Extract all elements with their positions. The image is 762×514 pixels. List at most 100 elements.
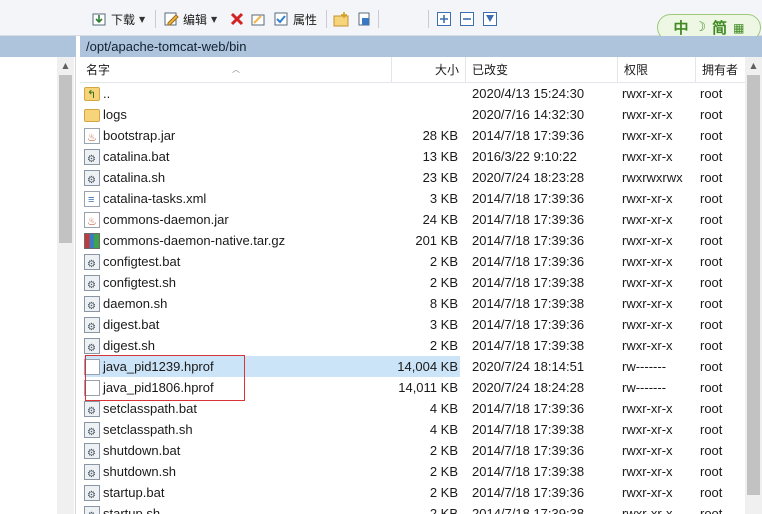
left-scrollbar[interactable]: ▲ xyxy=(57,57,74,514)
file-row[interactable]: .. 2020/4/13 15:24:30 rwxr-xr-x root xyxy=(80,83,762,104)
script-icon xyxy=(84,484,100,503)
file-name-cell[interactable]: .. xyxy=(84,83,390,104)
file-name: java_pid1806.hprof xyxy=(103,380,214,395)
file-row[interactable]: startup.sh 2 KB 2014/7/18 17:39:38 rwxr-xr-… xyxy=(80,503,762,514)
file-name-cell[interactable]: startup.sh xyxy=(84,503,390,514)
file-name-cell[interactable]: bootstrap.jar xyxy=(84,125,390,146)
file-size: 24 KB xyxy=(422,212,458,227)
column-name[interactable]: 名字 ︿ xyxy=(80,57,392,83)
file-permissions: rwxr-xr-x xyxy=(622,128,673,143)
file-size: 4 KB xyxy=(429,422,458,437)
chevron-down-icon[interactable]: ▼ xyxy=(211,15,217,24)
file-name: configtest.sh xyxy=(103,275,176,290)
file-name-cell[interactable]: configtest.sh xyxy=(84,272,390,293)
file-permissions: rwxrwxrwx xyxy=(622,170,683,185)
file-name-cell[interactable]: digest.bat xyxy=(84,314,390,335)
remote-path-bar[interactable]: /opt/apache-tomcat-web/bin xyxy=(80,36,762,57)
file-owner: root xyxy=(700,317,723,332)
script-icon xyxy=(84,274,100,293)
file-owner: root xyxy=(700,275,723,290)
file-row[interactable]: setclasspath.bat 4 KB 2014/7/18 17:39:36 rw… xyxy=(80,398,762,419)
file-row[interactable]: bootstrap.jar 28 KB 2014/7/18 17:39:36 rwxr… xyxy=(80,125,762,146)
file-row[interactable]: startup.bat 2 KB 2014/7/18 17:39:36 rwxr-xr… xyxy=(80,482,762,503)
file-permissions: rwxr-xr-x xyxy=(622,338,673,353)
expand-button[interactable] xyxy=(433,8,455,30)
chevron-down-icon[interactable]: ▼ xyxy=(139,15,145,24)
file-name-cell[interactable]: logs xyxy=(84,104,390,125)
file-name-cell[interactable]: setclasspath.bat xyxy=(84,398,390,419)
scroll-up-icon[interactable]: ▲ xyxy=(57,57,74,73)
filter-button[interactable] xyxy=(479,8,501,30)
script-icon xyxy=(84,421,100,440)
file-owner: root xyxy=(700,149,723,164)
properties-button[interactable]: 属性 xyxy=(270,8,320,30)
file-name-cell[interactable]: catalina-tasks.xml xyxy=(84,188,390,209)
file-row[interactable]: commons-daemon-native.tar.gz 201 KB 2014/7… xyxy=(80,230,762,251)
download-label: 下载 xyxy=(111,12,136,27)
file-size: 201 KB xyxy=(415,233,458,248)
scrollbar-thumb[interactable] xyxy=(59,75,72,243)
file-owner: root xyxy=(700,443,723,458)
file-row[interactable]: daemon.sh 8 KB 2014/7/18 17:39:38 rwxr-xr-x… xyxy=(80,293,762,314)
file-row[interactable]: java_pid1239.hprof 14,004 KB 2020/7/24 18:… xyxy=(80,356,762,377)
file-row[interactable]: catalina-tasks.xml 3 KB 2014/7/18 17:39:36… xyxy=(80,188,762,209)
edit-button[interactable]: 编辑 ▼ xyxy=(160,8,220,30)
file-row[interactable]: configtest.sh 2 KB 2014/7/18 17:39:38 rwxr-… xyxy=(80,272,762,293)
ime-mode: 简 xyxy=(712,19,728,37)
column-size[interactable]: 大小 xyxy=(392,57,466,83)
file-row[interactable]: catalina.sh 23 KB 2020/7/24 18:23:28 rwxrwx… xyxy=(80,167,762,188)
file-name-cell[interactable]: catalina.bat xyxy=(84,146,390,167)
column-permissions[interactable]: 权限 xyxy=(618,57,696,83)
file-permissions: rwxr-xr-x xyxy=(622,254,673,269)
file-name-cell[interactable]: configtest.bat xyxy=(84,251,390,272)
download-button[interactable]: 下载 ▼ xyxy=(88,8,148,30)
collapse-button[interactable] xyxy=(456,8,478,30)
rename-button[interactable] xyxy=(247,8,269,30)
scrollbar-thumb[interactable] xyxy=(747,75,760,495)
left-path-bar[interactable] xyxy=(0,36,76,57)
file-name-cell[interactable]: shutdown.sh xyxy=(84,461,390,482)
file-row[interactable]: configtest.bat 2 KB 2014/7/18 17:39:36 rwxr… xyxy=(80,251,762,272)
file-row[interactable]: setclasspath.sh 4 KB 2014/7/18 17:39:38 rwx… xyxy=(80,419,762,440)
file-permissions: rwxr-xr-x xyxy=(622,485,673,500)
local-file-panel[interactable]: ▲ xyxy=(0,57,76,514)
file-name-cell[interactable]: startup.bat xyxy=(84,482,390,503)
file-name-cell[interactable]: daemon.sh xyxy=(84,293,390,314)
file-permissions: rwxr-xr-x xyxy=(622,107,673,122)
file-name: digest.bat xyxy=(103,317,160,332)
file-owner: root xyxy=(700,296,723,311)
new-folder-button[interactable] xyxy=(330,8,352,30)
scroll-up-icon[interactable]: ▲ xyxy=(745,57,762,73)
filter-icon xyxy=(482,11,498,27)
file-name-cell[interactable]: shutdown.bat xyxy=(84,440,390,461)
keyboard-icon: ▦ xyxy=(733,20,745,35)
file-permissions: rwxr-xr-x xyxy=(622,506,673,514)
file-row[interactable]: digest.sh 2 KB 2014/7/18 17:39:38 rwxr-xr-x… xyxy=(80,335,762,356)
right-scrollbar[interactable]: ▲ xyxy=(745,57,762,514)
new-file-button[interactable] xyxy=(353,8,375,30)
file-name: catalina.bat xyxy=(103,149,170,164)
file-row[interactable]: catalina.bat 13 KB 2016/3/22 9:10:22 rwxr-x… xyxy=(80,146,762,167)
file-name: commons-daemon.jar xyxy=(103,212,229,227)
file-name-cell[interactable]: commons-daemon.jar xyxy=(84,209,390,230)
file-row[interactable]: java_pid1806.hprof 14,011 KB 2020/7/24 18:… xyxy=(80,377,762,398)
file-name-cell[interactable]: commons-daemon-native.tar.gz xyxy=(84,230,390,251)
file-name-cell[interactable]: digest.sh xyxy=(84,335,390,356)
file-row[interactable]: shutdown.sh 2 KB 2014/7/18 17:39:38 rwxr-xr… xyxy=(80,461,762,482)
file-name-cell[interactable]: setclasspath.sh xyxy=(84,419,390,440)
file-name-cell[interactable]: catalina.sh xyxy=(84,167,390,188)
moon-icon: ☽ xyxy=(694,20,707,35)
file-row[interactable]: shutdown.bat 2 KB 2014/7/18 17:39:36 rwxr-x… xyxy=(80,440,762,461)
file-name-cell[interactable]: java_pid1806.hprof xyxy=(84,377,390,398)
column-owner[interactable]: 拥有者 xyxy=(696,57,746,83)
column-modified[interactable]: 已改变 xyxy=(466,57,618,83)
remote-file-list[interactable]: 名字 ︿ 大小 已改变 权限 拥有者 .. 2020/4/13 15:24:30 r… xyxy=(80,57,762,514)
file-row[interactable]: commons-daemon.jar 24 KB 2014/7/18 17:39:3… xyxy=(80,209,762,230)
file-row[interactable]: logs 2020/7/16 14:32:30 rwxr-xr-x root xyxy=(80,104,762,125)
file-row[interactable]: digest.bat 3 KB 2014/7/18 17:39:36 rwxr-xr-… xyxy=(80,314,762,335)
script-icon xyxy=(84,295,100,314)
delete-button[interactable] xyxy=(226,8,248,30)
file-name-cell[interactable]: java_pid1239.hprof xyxy=(84,356,390,377)
parent-folder-icon xyxy=(84,85,100,104)
file-permissions: rw------- xyxy=(622,380,667,395)
